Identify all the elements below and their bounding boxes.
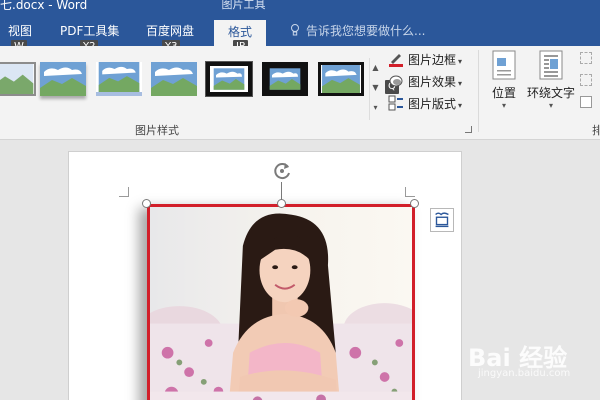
bring-forward-icon[interactable] (580, 52, 592, 64)
margin-corner-mark (405, 187, 415, 197)
scroll-up-icon[interactable]: ▲ (370, 58, 381, 78)
picture-tools-header: 图片工具 (213, 0, 274, 20)
selection-pane-icon[interactable] (580, 96, 592, 108)
margin-corner-mark (119, 187, 129, 197)
dropdown-arrow-icon: ▾ (501, 101, 506, 110)
picture-effects-label: 图片效果 (408, 75, 457, 89)
tab-pdf-tools[interactable]: PDF工具集 (60, 24, 119, 38)
tab-baidu-netdisk[interactable]: 百度网盘 (146, 24, 194, 38)
lightbulb-icon (291, 24, 299, 36)
picture-style-thumbnail[interactable] (40, 62, 86, 96)
picture-effects-button[interactable]: 图片效果 ▾ (388, 72, 462, 92)
window-title: 七.docx - Word (0, 0, 88, 12)
gallery-more-icon[interactable]: ▾ (370, 98, 381, 118)
wrap-text-icon (539, 50, 563, 80)
selected-picture[interactable] (147, 204, 415, 400)
layout-options-button[interactable] (430, 208, 454, 232)
send-backward-icon[interactable] (580, 74, 592, 86)
picture-border-button[interactable]: 图片边框 ▾ (388, 50, 462, 70)
title-bar: 七.docx - Word (0, 0, 600, 18)
rotate-handle-icon[interactable] (271, 160, 293, 182)
baidu-watermark-url: jingyan.baidu.com (478, 368, 571, 379)
picture-style-thumbnail[interactable] (318, 62, 364, 96)
dropdown-arrow-icon: ▾ (458, 101, 463, 110)
landscape-icon (322, 65, 360, 93)
landscape-icon (267, 66, 303, 92)
picture-layout-label: 图片版式 (408, 97, 457, 111)
ribbon: ▲ ▼ ▾ 图片样式 Q 图片边框 ▾ 图片效果 ▾ 图片版式 ▾ 位置 ▾ 环绕文字… (0, 46, 600, 140)
effects-icon (389, 75, 403, 87)
position-icon (492, 50, 516, 80)
position-label: 位置 (491, 86, 516, 100)
landscape-icon (0, 64, 34, 94)
picture-styles-group-label: 图片样式 (135, 124, 179, 137)
scroll-down-icon[interactable]: ▼ (370, 78, 381, 98)
dialog-launcher-icon[interactable] (465, 126, 472, 133)
picture-style-thumbnail[interactable] (0, 62, 36, 96)
picture-style-thumbnail[interactable] (151, 62, 197, 96)
resize-handle-top-middle[interactable] (277, 199, 286, 208)
gallery-scroll[interactable]: ▲ ▼ ▾ (369, 58, 381, 120)
tell-me-placeholder: 告诉我您想要做什么... (306, 24, 426, 38)
landscape-icon (98, 62, 140, 92)
picture-style-thumbnail[interactable] (262, 62, 308, 96)
pen-border-icon (389, 54, 403, 67)
tell-me-search[interactable]: 告诉我您想要做什么... (290, 24, 425, 38)
resize-handle-top-right[interactable] (410, 199, 419, 208)
rotate-stem (281, 182, 282, 200)
picture-layout-button[interactable]: 图片版式 ▾ (388, 94, 462, 114)
tab-view[interactable]: 视图 (8, 24, 32, 38)
dropdown-arrow-icon: ▾ (458, 57, 463, 66)
dropdown-arrow-icon: ▾ (548, 101, 553, 110)
document-page[interactable] (68, 151, 462, 400)
picture-styles-gallery: ▲ ▼ ▾ (0, 52, 382, 120)
arrange-group-label: 排 (592, 124, 600, 137)
landscape-icon (151, 62, 197, 96)
ribbon-separator (478, 50, 479, 132)
wrap-text-label: 环绕文字 (526, 86, 575, 100)
picture-border-label: 图片边框 (408, 53, 457, 67)
resize-handle-top-left[interactable] (142, 199, 151, 208)
landscape-icon (211, 66, 247, 92)
word-window: 七.docx - Word 图片工具 视图 PDF工具集 百度网盘 格式 W Y… (0, 0, 600, 400)
landscape-icon (40, 62, 86, 96)
picture-style-thumbnail[interactable] (205, 61, 253, 97)
picture-layout-icon (388, 95, 403, 111)
dropdown-arrow-icon: ▾ (458, 79, 463, 88)
portrait-photo (150, 207, 412, 400)
wrap-text-button[interactable]: 环绕文字 ▾ (526, 50, 576, 111)
picture-style-thumbnail[interactable] (96, 62, 142, 96)
layout-options-icon (435, 212, 449, 228)
position-button[interactable]: 位置 ▾ (488, 50, 520, 111)
